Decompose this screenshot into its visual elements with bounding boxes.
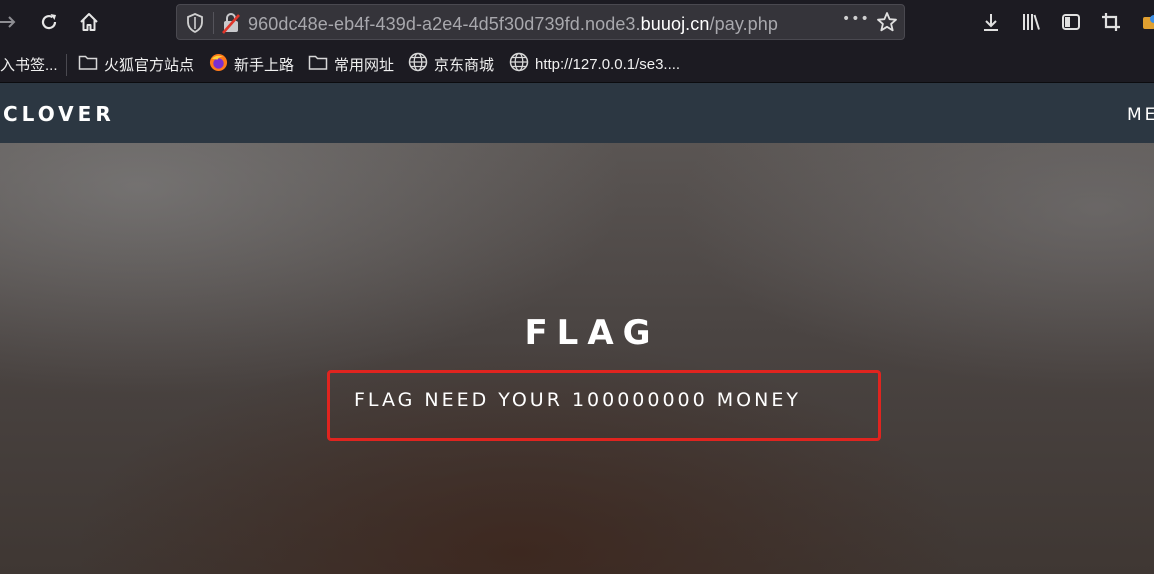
- bookmark-label: 新手上路: [234, 56, 295, 74]
- screenshot-crop-icon[interactable]: [1097, 8, 1125, 36]
- shield-icon[interactable]: [185, 12, 205, 38]
- bookmarks-toolbar: 入书签... 火狐官方站点 新手上路 常用网址 京东商城 http://127.…: [0, 44, 1154, 83]
- site-brand[interactable]: CLOVER: [3, 102, 115, 126]
- bookmark-label: http://127.0.0.1/se3....: [535, 55, 681, 73]
- home-icon[interactable]: [75, 8, 103, 36]
- insecure-lock-icon[interactable]: [221, 12, 241, 38]
- extension-icon[interactable]: [1137, 8, 1154, 36]
- bookmark-firefox-site[interactable]: 火狐官方站点: [78, 54, 194, 74]
- bookmark-label: 常用网址: [334, 56, 395, 74]
- address-bar[interactable]: 960dc48e-eb4f-439d-a2e4-4d5f30d739fd.nod…: [176, 4, 905, 40]
- bookmarks-divider: [66, 54, 67, 76]
- bookmark-jd[interactable]: 京东商城: [408, 52, 495, 76]
- folder-icon: [78, 53, 98, 75]
- menu-button[interactable]: ME: [1127, 105, 1154, 125]
- bookmark-label: 京东商城: [434, 56, 495, 74]
- download-icon[interactable]: [977, 8, 1005, 36]
- address-bar-separator: [213, 12, 214, 34]
- bookmark-label: 入书签...: [0, 56, 58, 74]
- hero-message: FLAG NEED YOUR 100000000 MONEY: [354, 389, 801, 411]
- bookmark-label: 火狐官方站点: [104, 56, 195, 74]
- library-icon[interactable]: [1017, 8, 1045, 36]
- bookmark-common-sites[interactable]: 常用网址: [308, 54, 394, 74]
- page-title: FLAG: [524, 313, 660, 353]
- url-text[interactable]: 960dc48e-eb4f-439d-a2e4-4d5f30d739fd.nod…: [248, 14, 778, 35]
- bookmark-star-icon[interactable]: [876, 11, 898, 37]
- globe-icon: [408, 52, 428, 76]
- page-actions-icon[interactable]: •••: [842, 11, 870, 27]
- hero-section: FLAG FLAG NEED YOUR 100000000 MONEY: [0, 143, 1154, 574]
- forward-arrow-icon[interactable]: [0, 8, 22, 36]
- bookmark-localhost[interactable]: http://127.0.0.1/se3....: [509, 52, 681, 76]
- highlight-box: FLAG NEED YOUR 100000000 MONEY: [327, 370, 881, 441]
- folder-icon: [308, 53, 328, 75]
- bookmark-import[interactable]: 入书签...: [0, 54, 58, 74]
- browser-toolbar: 960dc48e-eb4f-439d-a2e4-4d5f30d739fd.nod…: [0, 0, 1154, 44]
- sidebar-icon[interactable]: [1057, 8, 1085, 36]
- site-navbar: CLOVER ME: [0, 83, 1154, 143]
- globe-icon: [509, 52, 529, 76]
- firefox-icon: [209, 53, 228, 76]
- reload-icon[interactable]: [35, 8, 63, 36]
- bookmark-getting-started[interactable]: 新手上路: [209, 53, 295, 76]
